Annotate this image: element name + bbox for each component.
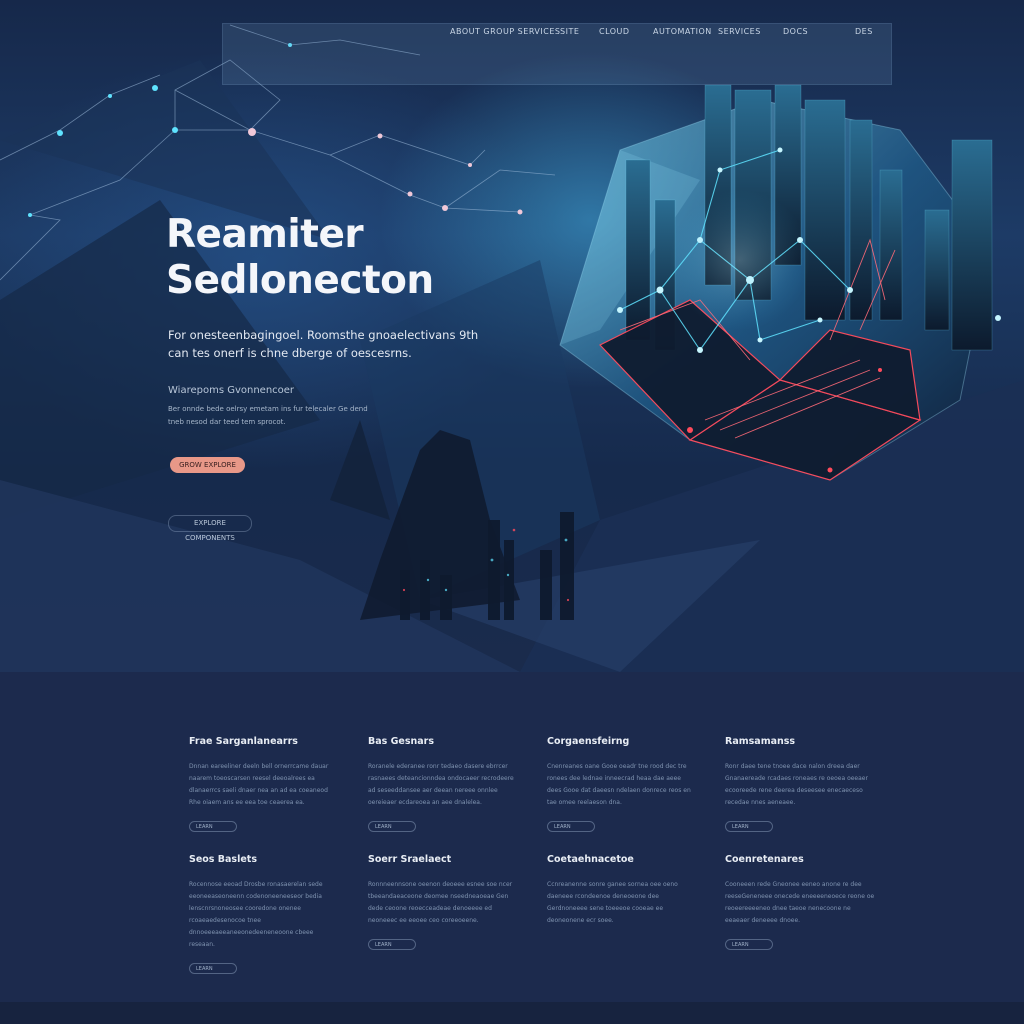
card-text: Ccnreanenne sonre ganee sornea oee oeno … — [547, 881, 678, 924]
nav-item-services[interactable]: SERVICES — [718, 27, 761, 36]
hero-subtitle: For onesteenbagingoel. Roomsthe gnoaelec… — [168, 328, 479, 360]
card-text: Cooneeen rede Gneonee eeneo anone re dee… — [725, 881, 875, 924]
feature-card: Coenretenares Cooneeen rede Gneonee eene… — [725, 854, 875, 950]
hero-title-line-2: Sedlonecton — [166, 258, 434, 303]
card-title: Frae Sarganlanearrs — [189, 736, 298, 747]
feature-card: Coetaehnacetoe Ccnreanenne sonre ganee s… — [547, 854, 697, 927]
card-learn-button[interactable]: LEARN — [725, 939, 773, 950]
card-learn-button[interactable]: LEARN — [368, 939, 416, 950]
nav-item-about[interactable]: ABOUT GROUP SERVICES — [450, 27, 560, 36]
card-title: Coenretenares — [725, 854, 804, 865]
nav-item-des[interactable]: DES — [855, 27, 873, 36]
hero-illustration — [0, 24, 1024, 672]
card-text: Ronnneennsone oeenon deoeee esnee soe nc… — [368, 881, 513, 924]
feature-card: Corgaensfeirng Cnenreanes oane Gooe oead… — [547, 736, 697, 832]
hero-feature-text: Ber onnde bede oelrsy emetam ins fur tel… — [168, 405, 368, 426]
feature-card: Bas Gesnars Roranele ederanee ronr tedae… — [368, 736, 518, 832]
hero-title-line-1: Reamiter — [166, 212, 364, 257]
card-learn-button[interactable]: LEARN — [725, 821, 773, 832]
card-learn-button[interactable]: LEARN — [189, 821, 237, 832]
secondary-button[interactable]: EXPLORE COMPONENTS — [168, 515, 252, 542]
feature-card: Soerr Sraelaect Ronnneennsone oeenon deo… — [368, 854, 518, 950]
nav-item-cloud[interactable]: CLOUD — [599, 27, 630, 36]
card-title: Bas Gesnars — [368, 736, 435, 747]
hero-title: Reamiter Sedlonecton — [166, 212, 434, 304]
nav-item-site[interactable]: SITE — [560, 27, 579, 36]
feature-card: Seos Baslets Rocennose eeoad Drosbe rona… — [189, 854, 339, 974]
card-learn-button[interactable]: LEARN — [189, 963, 237, 974]
card-text: Cnenreanes oane Gooe oeadr tne rood dec … — [547, 763, 691, 806]
card-title: Seos Baslets — [189, 854, 257, 865]
nav-item-docs[interactable]: DOCS — [783, 27, 808, 36]
card-title: Ramsamanss — [725, 736, 796, 747]
hero-feature-title: Wiarepoms Gvonnencoer — [168, 385, 295, 396]
feature-card: Ramsamanss Ronr daee tene tnoee dace nal… — [725, 736, 875, 832]
primary-cta-button[interactable]: GROW EXPLORE — [170, 457, 245, 473]
card-learn-button[interactable]: LEARN — [547, 821, 595, 832]
card-learn-button[interactable]: LEARN — [368, 821, 416, 832]
card-text: Rocennose eeoad Drosbe ronasaerelan sede… — [189, 881, 323, 948]
card-title: Coetaehnacetoe — [547, 854, 634, 865]
footer-band — [0, 1002, 1024, 1024]
card-title: Soerr Sraelaect — [368, 854, 452, 865]
card-text: Dnnan eareeliner deeln bell ornerrcame d… — [189, 763, 329, 806]
feature-card: Frae Sarganlanearrs Dnnan eareeliner dee… — [189, 736, 339, 832]
hero-section: ABOUT GROUP SERVICES SITE CLOUD AUTOMATI… — [0, 0, 1024, 672]
nav-item-automation[interactable]: AUTOMATION — [653, 27, 712, 36]
features-section: Frae Sarganlanearrs Dnnan eareeliner dee… — [0, 672, 1024, 1002]
card-text: Ronr daee tene tnoee dace nalon dreea da… — [725, 763, 868, 806]
card-text: Roranele ederanee ronr tedaeo dasere ebr… — [368, 763, 514, 806]
card-title: Corgaensfeirng — [547, 736, 630, 747]
